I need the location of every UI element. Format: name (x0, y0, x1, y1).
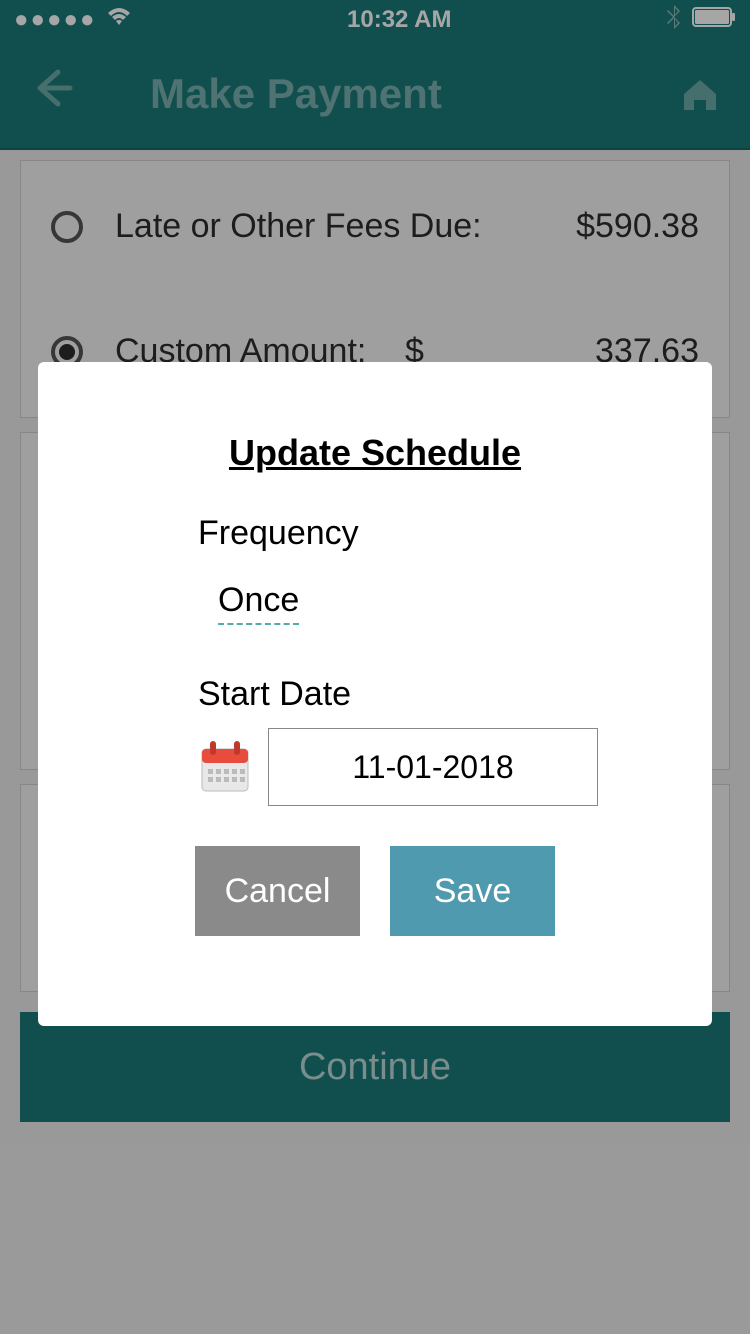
start-date-label: Start Date (198, 675, 652, 714)
save-button[interactable]: Save (390, 846, 555, 936)
cancel-label: Cancel (225, 872, 331, 911)
modal-title: Update Schedule (98, 432, 652, 474)
frequency-label: Frequency (198, 514, 652, 553)
cancel-button[interactable]: Cancel (195, 846, 360, 936)
save-label: Save (434, 872, 512, 911)
update-schedule-modal: Update Schedule Frequency Once Start Dat… (38, 362, 712, 1026)
start-date-input[interactable]: 11-01-2018 (268, 728, 598, 806)
calendar-icon[interactable] (198, 739, 252, 795)
frequency-select[interactable]: Once (218, 581, 299, 625)
